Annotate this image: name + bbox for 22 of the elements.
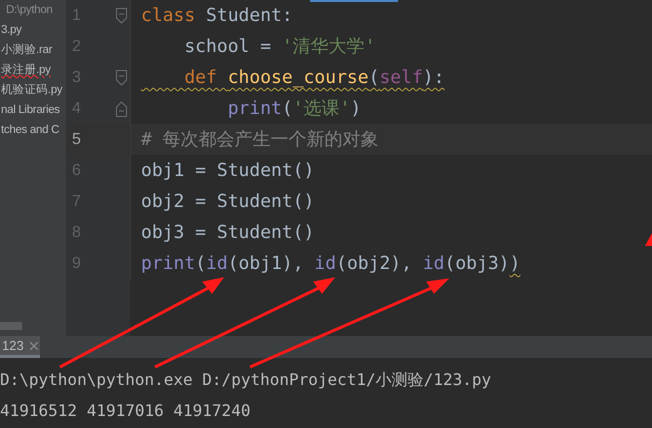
project-tree-item[interactable]: nal Libraries — [0, 100, 66, 120]
fold-marker-icon[interactable] — [116, 100, 127, 116]
close-icon[interactable] — [30, 342, 38, 350]
project-tree-item[interactable]: D:\python — [0, 0, 66, 20]
project-tree-item[interactable]: 小测验.rar — [0, 40, 66, 60]
code-line: school = '清华大学' — [130, 31, 652, 62]
fold-marker-icon[interactable] — [116, 70, 127, 86]
scrollbar-thumb[interactable] — [0, 322, 22, 330]
code-line: obj2 = Student() — [130, 186, 652, 217]
code-line: obj1 = Student() — [130, 155, 652, 186]
project-tree-item[interactable]: 3.py — [0, 20, 66, 40]
project-tree-item[interactable]: tches and C — [0, 120, 66, 140]
fold-marker-icon[interactable] — [116, 8, 127, 24]
code-line: def choose_course(self): — [130, 62, 652, 93]
console-line: D:\python\python.exe D:/pythonProject1/小测验/123.py — [0, 369, 492, 391]
console-line: 41916512 41917016 41917240 — [0, 400, 250, 422]
run-tab[interactable]: 123 — [0, 336, 40, 358]
project-tree-item[interactable]: 录注册.py — [0, 60, 66, 80]
project-tree-item[interactable]: 机验证码.py — [0, 80, 66, 100]
arrow-tip — [644, 233, 652, 247]
line-number: 5 — [72, 130, 81, 150]
code-comment: # 每次都会产生一个新的对象 — [130, 124, 652, 155]
